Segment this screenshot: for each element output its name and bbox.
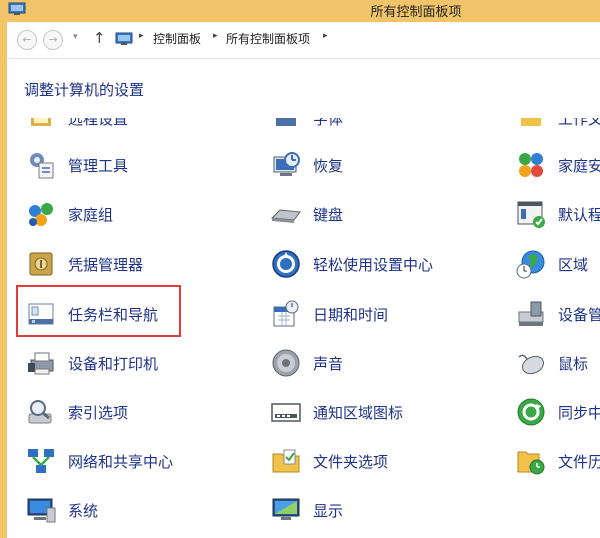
item-label: 鼠标: [558, 355, 589, 373]
breadcrumb-separator: ▸: [139, 31, 144, 41]
sync-center-icon: [517, 398, 545, 426]
back-button[interactable]: ←: [17, 30, 37, 50]
mouse-icon: [518, 354, 545, 375]
window-title: 所有控制面板项: [370, 5, 462, 20]
item-label: 默认程: [558, 206, 600, 224]
window-frame: [0, 22, 7, 538]
item-label: 管理工具: [68, 157, 129, 175]
item-label: 文件历: [558, 453, 600, 471]
globe-clock-icon: [516, 250, 545, 279]
folder-icon: [272, 449, 300, 473]
breadcrumb-separator: ▸: [213, 31, 218, 41]
item-label: 凭据管理器: [68, 256, 144, 274]
remote-settings-icon: [31, 118, 51, 126]
item-label: 网络和共享中心: [68, 453, 174, 471]
item-label: 区域: [558, 256, 589, 274]
taskbar-highlight-box: [16, 285, 181, 337]
title-bar: 所有控制面板项: [0, 0, 600, 22]
notification-area-icon: [271, 403, 301, 422]
file-history-icon: [517, 451, 545, 475]
item-label: 通知区域图标: [313, 404, 404, 422]
breadcrumb-all-items[interactable]: 所有控制面板项: [226, 30, 310, 47]
speaker-icon: [272, 349, 300, 377]
fonts-icon: [276, 118, 296, 126]
item-label: 键盘: [313, 206, 344, 224]
forward-button[interactable]: →: [43, 30, 63, 50]
item-label: 字体: [313, 118, 344, 128]
control-panel-icon: [115, 32, 133, 45]
credential-vault-icon: [29, 252, 53, 276]
network-icon: [28, 449, 54, 473]
item-label: 系统: [68, 502, 99, 520]
family-safety-icon: [519, 153, 543, 177]
calendar-clock-icon: [273, 300, 299, 327]
item-label: 轻松使用设置中心: [313, 256, 434, 274]
display-monitor-icon: [272, 498, 300, 520]
breadcrumb-control-panel[interactable]: 控制面板: [153, 30, 201, 47]
indexing-search-icon: [28, 400, 52, 424]
item-label: 日期和时间: [313, 306, 389, 324]
page-title: 调整计算机的设置: [24, 81, 145, 99]
address-bar: ← → ▾ ↑ ▸ 控制面板 ▸ 所有控制面板项 ▸: [7, 22, 600, 59]
recent-locations-icon[interactable]: ▾: [73, 32, 78, 42]
recovery-icon: [273, 152, 300, 176]
work-folders-icon: [521, 118, 541, 126]
default-programs-icon: [517, 201, 545, 228]
item-label: 索引选项: [68, 404, 129, 422]
ease-of-access-icon: [272, 250, 300, 278]
admin-tools-icon: [30, 153, 54, 179]
item-label: 家庭安: [558, 157, 600, 175]
item-label: 工作文: [558, 118, 600, 128]
device-manager-icon: [518, 301, 544, 326]
item-label: 文件夹选项: [313, 453, 389, 471]
item-label: 设备和打印机: [68, 355, 159, 373]
homegroup-icon: [29, 203, 53, 226]
printer-icon: [28, 352, 54, 375]
up-button[interactable]: ↑: [93, 29, 106, 47]
breadcrumb-separator: ▸: [323, 31, 328, 41]
item-label: 家庭组: [68, 206, 114, 224]
system-computer-icon: [27, 498, 56, 523]
item-label: 设备管: [558, 306, 600, 324]
item-label: 远程设置: [68, 118, 129, 128]
item-label: 恢复: [313, 157, 344, 175]
item-label: 声音: [313, 355, 344, 373]
keyboard-icon: [270, 209, 301, 223]
item-label: 同步中: [558, 404, 600, 422]
item-label: 显示: [313, 502, 344, 520]
